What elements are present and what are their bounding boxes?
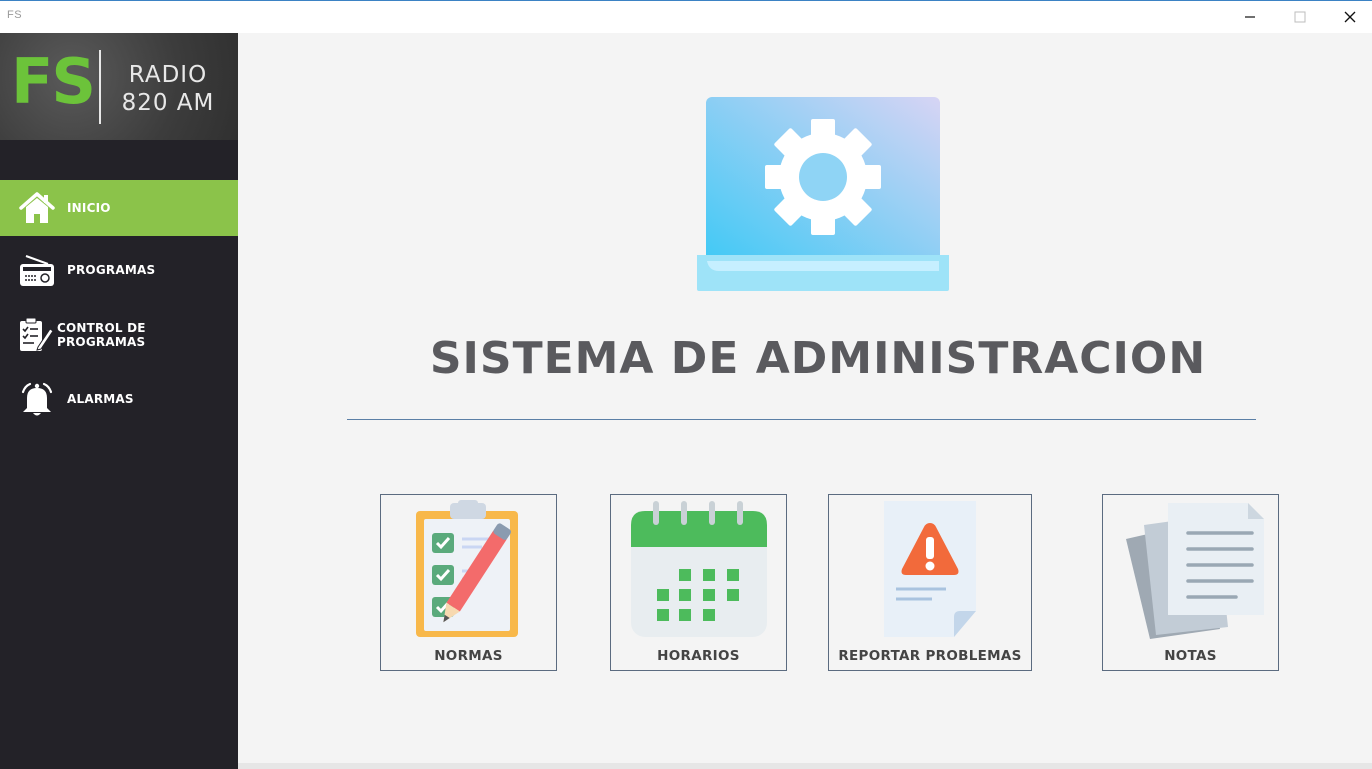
main-panel: SISTEMA DE ADMINISTRACION NORMAS HORARIO… [238, 33, 1372, 769]
sidebar-item-programas[interactable]: PROGRAMAS [0, 242, 238, 298]
close-button[interactable] [1326, 1, 1372, 33]
title-bar: FS [0, 0, 1372, 33]
calendar-icon [630, 501, 767, 637]
bottom-strip [238, 763, 1372, 769]
checklist-icon [20, 317, 54, 351]
sidebar-item-inicio[interactable]: INICIO [0, 180, 238, 236]
card-label: HORARIOS [657, 648, 740, 664]
sidebar-item-label: INICIO [67, 201, 111, 215]
card-reportar-problemas[interactable]: REPORTAR PROBLEMAS [828, 494, 1032, 671]
card-label: NORMAS [434, 648, 503, 664]
card-label: NOTAS [1164, 648, 1217, 664]
logo: FS RADIO 820 AM [0, 33, 238, 140]
maximize-icon [1294, 11, 1306, 23]
card-notas[interactable]: NOTAS [1102, 494, 1279, 671]
home-icon [19, 192, 55, 223]
card-normas[interactable]: NORMAS [380, 494, 557, 671]
bell-icon [21, 382, 53, 416]
logo-mark: FS [11, 45, 96, 118]
sidebar-item-label: PROGRAMAS [67, 263, 156, 277]
logo-line-2: 820 AM [121, 90, 215, 116]
minimize-button[interactable] [1226, 1, 1274, 33]
logo-line-1: RADIO [128, 62, 208, 88]
laptop-gear-icon [697, 97, 949, 291]
card-label: REPORTAR PROBLEMAS [838, 648, 1022, 664]
window-title: FS [7, 9, 23, 21]
maximize-button[interactable] [1276, 1, 1324, 33]
sidebar: FS RADIO 820 AM INICIO PROGRAMAS CONTROL… [0, 33, 238, 769]
sidebar-item-alarmas[interactable]: ALARMAS [0, 371, 238, 427]
title-divider [347, 419, 1256, 420]
radio-icon [20, 255, 54, 286]
card-horarios[interactable]: HORARIOS [610, 494, 787, 671]
sidebar-item-label: CONTROL DE PROGRAMAS [57, 321, 146, 349]
warning-document-icon [884, 501, 976, 637]
minimize-icon [1245, 16, 1255, 18]
logo-separator [99, 50, 101, 124]
sidebar-item-control-de-programas[interactable]: CONTROL DE PROGRAMAS [0, 307, 238, 363]
close-icon [1344, 11, 1356, 23]
logo-text: RADIO 820 AM [113, 61, 223, 117]
clipboard-icon [415, 500, 518, 637]
page-title: SISTEMA DE ADMINISTRACION [429, 333, 1207, 384]
notes-icon [1125, 503, 1264, 639]
sidebar-item-label: ALARMAS [67, 392, 134, 406]
